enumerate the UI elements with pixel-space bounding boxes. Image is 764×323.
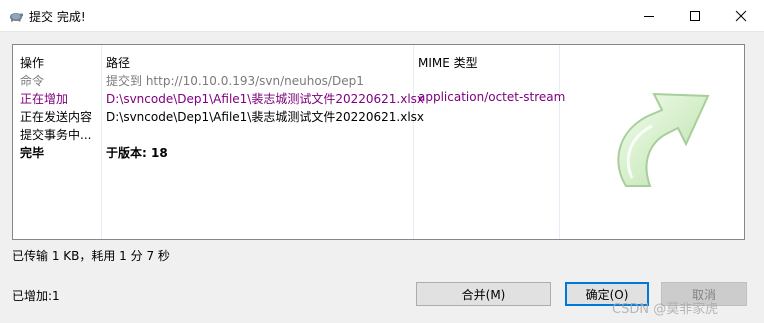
tortoise-icon <box>10 13 24 22</box>
row-path: D:\svncode\Dep1\Afile1\裴志城测试文件20220621.x… <box>106 110 425 124</box>
column-divider <box>559 45 560 239</box>
maximize-button[interactable] <box>672 0 718 31</box>
row-action: 正在发送内容 <box>20 110 93 124</box>
commit-arrow-icon <box>617 92 710 187</box>
close-button[interactable] <box>718 0 764 31</box>
column-header-action[interactable]: 操作 <box>20 54 44 71</box>
minimize-icon <box>644 15 654 17</box>
row-action: 正在增加 <box>20 92 69 106</box>
maximize-icon <box>690 10 700 21</box>
minimize-button[interactable] <box>626 0 672 31</box>
merge-button[interactable]: 合并(M) <box>416 282 551 306</box>
column-header-mime[interactable]: MIME 类型 <box>418 54 478 71</box>
transfer-summary: 已传输 1 KB，耗用 1 分 7 秒 <box>12 249 170 263</box>
row-path: 于版本: 18 <box>106 146 168 160</box>
close-icon <box>735 10 747 21</box>
row-action: 完毕 <box>20 146 45 160</box>
window-title: 提交 完成! <box>29 10 86 24</box>
title-bar[interactable]: 提交 完成! <box>0 0 764 32</box>
column-divider <box>413 45 414 239</box>
row-path: 提交到 http://10.10.0.193/svn/neuhos/Dep1 <box>106 74 364 88</box>
row-path: D:\svncode\Dep1\Afile1\裴志城测试文件20220621.x… <box>106 92 425 106</box>
added-count: 已增加:1 <box>12 289 60 303</box>
column-divider <box>101 45 102 239</box>
row-action: 命令 <box>20 74 45 88</box>
row-action: 提交事务中... <box>20 128 92 142</box>
column-header-path[interactable]: 路径 <box>106 54 130 71</box>
row-mime: application/octet-stream <box>418 90 566 104</box>
watermark: CSDN @莫非家虎 <box>612 302 719 317</box>
